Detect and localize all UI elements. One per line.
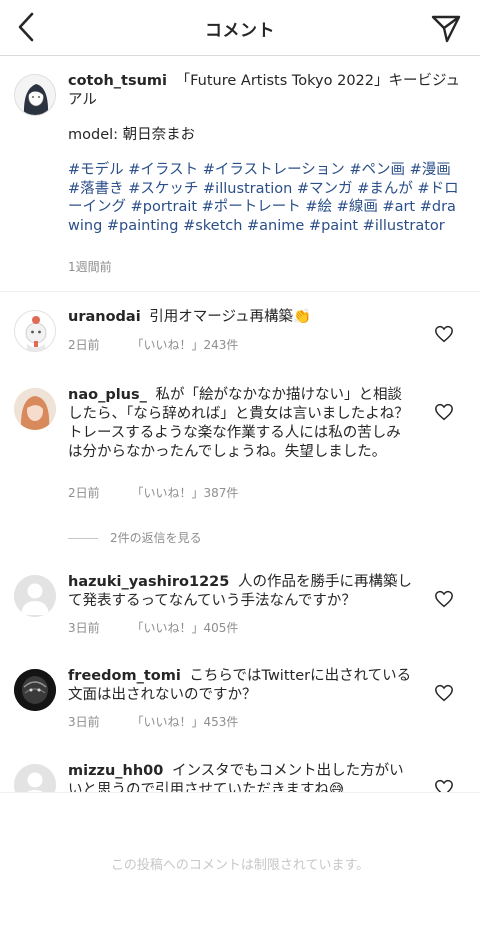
view-replies-label: 2件の返信を見る [110, 531, 202, 545]
author-avatar[interactable] [14, 74, 56, 116]
replies-divider [68, 538, 98, 539]
comment-likes[interactable]: 「いいね！」387件 [131, 486, 238, 500]
commenter-avatar[interactable] [14, 669, 56, 711]
like-heart-icon[interactable] [434, 325, 454, 343]
comment-item: nao_plus_ 私が「絵がなかなか描けない」と相談したら、「なら辞めれば」と… [0, 386, 480, 506]
caption-username[interactable]: cotoh_tsumi [68, 73, 167, 89]
like-heart-icon[interactable] [434, 403, 454, 421]
commenter-avatar[interactable] [14, 310, 56, 352]
like-heart-icon[interactable] [434, 684, 454, 702]
comment-username[interactable]: uranodai [68, 309, 141, 325]
comment-item: freedom_tomi こちらではTwitterに出されている文面は出されない… [0, 667, 480, 731]
default-avatar-icon[interactable] [14, 575, 56, 617]
comment-username[interactable]: nao_plus_ [68, 387, 147, 403]
share-send-icon[interactable] [430, 12, 462, 44]
comment-likes[interactable]: 「いいね！」405件 [131, 621, 238, 635]
restricted-notice: この投稿へのコメントは制限されています。 [110, 858, 370, 873]
comment-likes[interactable]: 「いいね！」243件 [131, 338, 238, 352]
caption-hashtags[interactable]: #モデル #イラスト #イラストレーション #ペン画 #漫画 #落書き #スケッ… [68, 161, 462, 235]
comment-time: 2日前 [68, 338, 100, 352]
comment-likes[interactable]: 「いいね！」453件 [131, 715, 238, 729]
comment-time: 3日前 [68, 621, 100, 635]
comment-item: uranodai 引用オマージュ再構築👏 2日前 「いいね！」243件 [0, 308, 480, 368]
post-caption: cotoh_tsumi 「Future Artists Tokyo 2022」キ… [0, 56, 480, 292]
commenter-avatar[interactable] [14, 388, 56, 430]
like-heart-icon[interactable] [434, 590, 454, 608]
header-bar: コメント [0, 0, 480, 56]
comment-item: hazuki_yashiro1225 人の作品を勝手に再構築して発表するってなん… [0, 573, 480, 637]
comment-username[interactable]: freedom_tomi [68, 668, 181, 684]
caption-time: 1週間前 [68, 260, 112, 274]
caption-model-line: model: 朝日奈まお [68, 127, 196, 143]
comment-username[interactable]: mizzu_hh00 [68, 763, 163, 779]
comment-restricted-footer: この投稿へのコメントは制限されています。 [0, 792, 480, 940]
view-replies-button[interactable]: 2件の返信を見る [68, 529, 202, 546]
comment-time: 3日前 [68, 715, 100, 729]
comment-body: 引用オマージュ再構築👏 [149, 309, 312, 325]
comment-time: 2日前 [68, 486, 100, 500]
page-title: コメント [205, 21, 275, 41]
comment-username[interactable]: hazuki_yashiro1225 [68, 574, 229, 590]
